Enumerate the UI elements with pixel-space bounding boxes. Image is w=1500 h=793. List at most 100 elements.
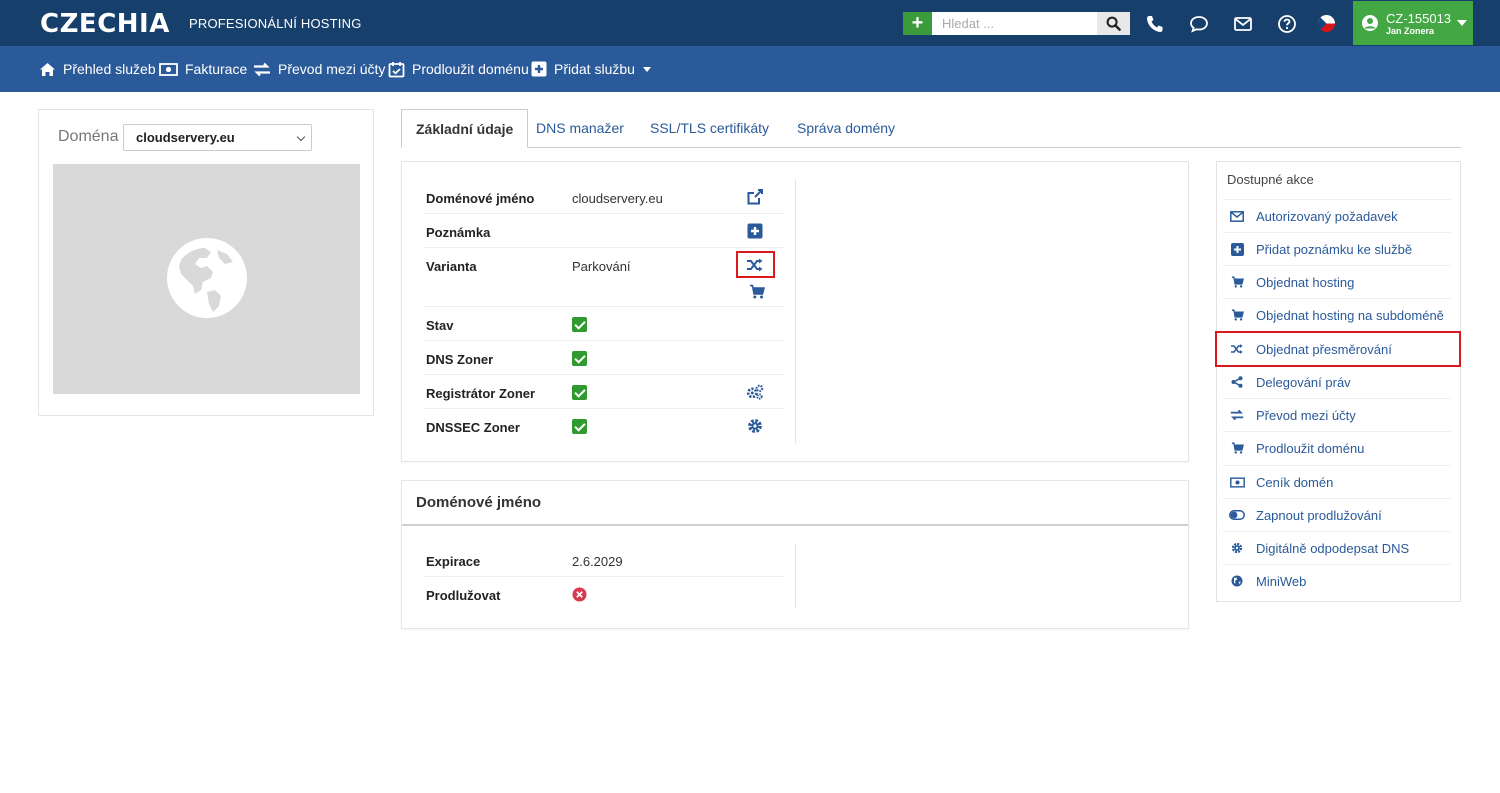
help-icon[interactable]: [1276, 13, 1298, 35]
row-label: Registrátor Zoner: [426, 386, 536, 401]
nav-item-renew[interactable]: Prodloužit doménu: [388, 46, 529, 92]
action-label: Objednat hosting na subdoméně: [1256, 307, 1444, 323]
mail-icon[interactable]: [1232, 13, 1254, 35]
check-icon: [572, 351, 587, 366]
section-title: Doménové jméno: [416, 494, 542, 511]
tab-domain-management[interactable]: Správa domény: [797, 109, 895, 148]
tab-ssl-certificates[interactable]: SSL/TLS certifikáty: [650, 109, 769, 148]
cart-icon: [1229, 440, 1245, 456]
row-label: Poznámka: [426, 225, 491, 240]
check-icon: [572, 419, 587, 434]
search-input[interactable]: [932, 12, 1097, 35]
tab-bar: Základní údaje DNS manažer SSL/TLS certi…: [401, 109, 1461, 148]
domain-label: Doména: [58, 128, 119, 145]
user-id: CZ-155013: [1386, 11, 1452, 26]
divider: [795, 544, 796, 608]
nav-item-label: Přehled služeb: [63, 61, 156, 77]
nav-item-billing[interactable]: Fakturace: [159, 46, 247, 92]
search-button[interactable]: [1097, 12, 1130, 35]
search-icon: [1106, 16, 1121, 31]
action-order-hosting[interactable]: Objednat hosting: [1223, 265, 1451, 298]
domain-select-value: cloudservery.eu: [136, 130, 235, 145]
action-label: Autorizovaný požadavek: [1256, 208, 1398, 224]
gears-icon[interactable]: [746, 383, 764, 401]
search-bar: +: [903, 12, 1130, 35]
action-domain-pricing[interactable]: Ceník domén: [1223, 465, 1451, 498]
main-nav: Přehled služeb Fakturace Převod mezi účt…: [0, 46, 1500, 92]
czech-flag-icon[interactable]: [1318, 15, 1335, 32]
domain-select[interactable]: cloudservery.eu: [123, 124, 312, 151]
info-row-auto-renew: Prodlužovat: [424, 577, 784, 611]
action-label: Ceník domén: [1256, 474, 1334, 490]
nav-item-label: Prodloužit doménu: [412, 61, 529, 77]
top-bar: CZECHIA PROFESIONÁLNÍ HOSTING + CZ-15501…: [0, 0, 1500, 46]
info-row-registrar: Registrátor Zoner: [424, 375, 784, 409]
divider: [795, 179, 796, 444]
envelope-icon: [1229, 208, 1245, 224]
logo[interactable]: CZECHIA: [40, 9, 170, 39]
gear-icon: [1229, 540, 1245, 556]
row-value: cloudservery.eu: [572, 191, 663, 206]
user-menu[interactable]: CZ-155013 Jan Zonera: [1353, 1, 1473, 45]
external-link-icon[interactable]: [746, 188, 764, 206]
action-label: Digitálně odpodepsat DNS: [1256, 540, 1410, 556]
cart-icon[interactable]: [748, 282, 766, 300]
add-button[interactable]: +: [903, 12, 932, 35]
action-miniweb[interactable]: MiniWeb: [1223, 564, 1451, 597]
nav-item-transfer[interactable]: Převod mezi účty: [253, 46, 385, 92]
info-row-domain-name: Doménové jméno cloudservery.eu: [424, 180, 784, 214]
times-circle-icon: [572, 587, 587, 607]
domain-panel: Doména cloudservery.eu: [38, 109, 374, 416]
chevron-down-icon: [296, 132, 306, 142]
action-label: MiniWeb: [1256, 573, 1307, 589]
action-label: Delegování práv: [1256, 374, 1351, 390]
gear-icon[interactable]: [746, 417, 764, 435]
action-order-subdomain-hosting[interactable]: Objednat hosting na subdoméně: [1223, 298, 1451, 331]
row-value: 2.6.2029: [572, 554, 623, 569]
home-icon: [40, 62, 55, 76]
section-divider: [402, 524, 1188, 526]
check-icon: [572, 385, 587, 400]
action-authorized-request[interactable]: Autorizovaný požadavek: [1223, 199, 1451, 232]
chat-icon[interactable]: [1188, 13, 1210, 35]
info-row-dnssec: DNSSEC Zoner: [424, 409, 784, 443]
globe-icon: [1229, 573, 1245, 589]
globe-icon: [167, 238, 247, 318]
row-label: Prodlužovat: [426, 588, 501, 603]
row-label: Expirace: [426, 554, 481, 569]
nav-item-add-service[interactable]: Přidat službu: [531, 46, 651, 92]
cart-icon: [1229, 307, 1245, 323]
action-label: Objednat hosting: [1256, 274, 1355, 290]
cart-icon: [1229, 274, 1245, 290]
add-note-icon[interactable]: [746, 222, 764, 240]
info-row-dns-zoner: DNS Zoner: [424, 341, 784, 375]
actions-panel: Dostupné akce Autorizovaný požadavek Při…: [1216, 161, 1461, 602]
action-label: Převod mezi účty: [1256, 407, 1356, 423]
domain-preview: [53, 164, 360, 394]
nav-item-label: Přidat službu: [554, 61, 635, 77]
action-add-note[interactable]: Přidat poznámku ke službě: [1223, 232, 1451, 265]
info-row-expiration: Expirace 2.6.2029: [424, 543, 784, 577]
action-enable-auto-renew[interactable]: Zapnout prodlužování: [1223, 498, 1451, 531]
calendar-check-icon: [388, 61, 405, 77]
action-renew-domain[interactable]: Prodloužit doménu: [1223, 431, 1451, 464]
highlight-frame: [736, 251, 775, 278]
caret-down-icon: [642, 66, 651, 72]
user-name: Jan Zonera: [1386, 26, 1435, 36]
action-delegate-rights[interactable]: Delegování práv: [1223, 365, 1451, 398]
phone-icon[interactable]: [1144, 13, 1166, 35]
row-label: Varianta: [426, 259, 477, 274]
tab-basic-info[interactable]: Základní údaje: [401, 109, 529, 148]
nav-item-services[interactable]: Přehled služeb: [39, 46, 156, 92]
chevron-down-icon: [1457, 20, 1467, 26]
money-icon: [159, 62, 178, 76]
row-label: DNS Zoner: [426, 352, 494, 367]
tab-dns-manager[interactable]: DNS manažer: [536, 109, 624, 148]
action-sign-dns[interactable]: Digitálně odpodepsat DNS: [1223, 531, 1451, 564]
action-label: Přidat poznámku ke službě: [1256, 241, 1413, 257]
tagline: PROFESIONÁLNÍ HOSTING: [189, 16, 362, 31]
row-label: Doménové jméno: [426, 191, 535, 206]
actions-title: Dostupné akce: [1227, 172, 1314, 187]
action-account-transfer[interactable]: Převod mezi účty: [1223, 398, 1451, 431]
nav-item-label: Převod mezi účty: [278, 61, 386, 77]
